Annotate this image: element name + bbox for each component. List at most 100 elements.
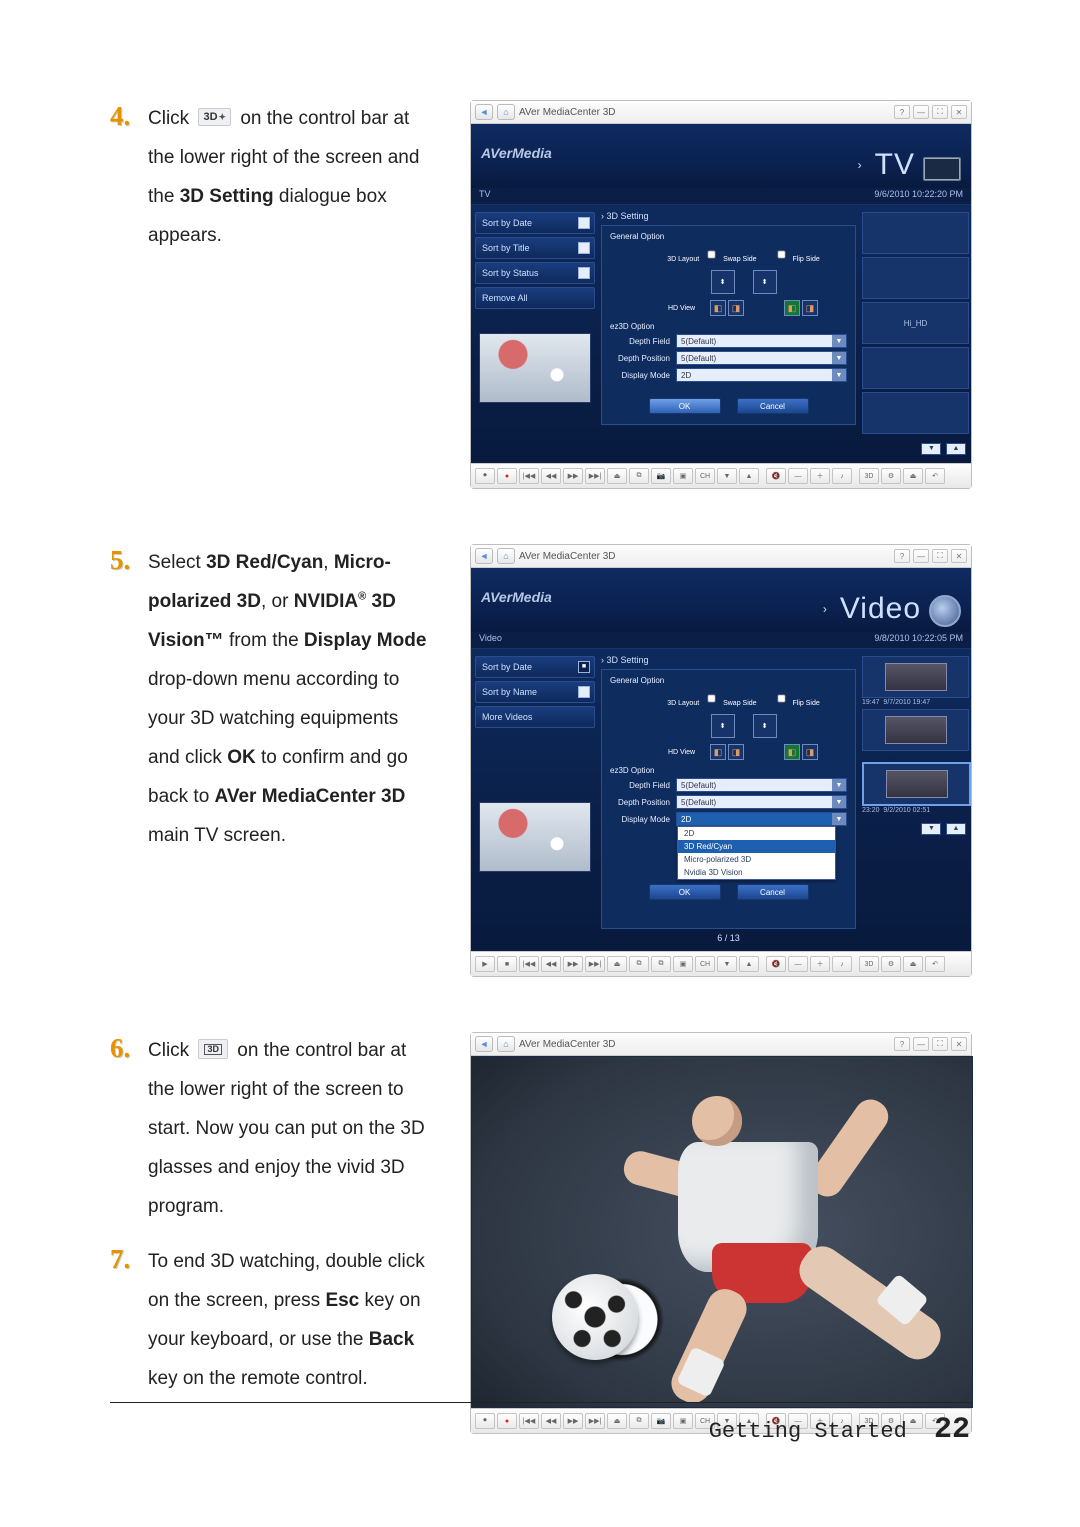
audio-icon[interactable]: ♪ — [832, 956, 852, 972]
close-icon[interactable]: ✕ — [951, 105, 967, 119]
layout-lr-icon[interactable]: ⬍ — [711, 270, 735, 294]
swap-side-checkbox[interactable] — [708, 695, 716, 703]
back-icon[interactable]: ◄ — [475, 548, 493, 564]
3d-toggle-icon[interactable]: 3D — [859, 468, 879, 484]
ok-button[interactable]: OK — [649, 884, 721, 900]
skip-back-icon[interactable]: |◀◀ — [519, 468, 539, 484]
page-up-icon[interactable]: ▲ — [946, 823, 966, 835]
option-micro-polarized[interactable]: Micro-polarized 3D — [678, 853, 835, 866]
video-thumb[interactable] — [862, 709, 969, 751]
option-nvidia-3d-vision[interactable]: Nvidia 3D Vision — [678, 866, 835, 879]
checkbox-icon[interactable]: ■ — [578, 661, 590, 673]
layout-tb-icon[interactable]: ⬍ — [753, 714, 777, 738]
minimize-icon[interactable]: — — [913, 549, 929, 563]
chevron-down-icon[interactable]: ▼ — [832, 813, 846, 825]
checkbox-icon[interactable] — [578, 686, 590, 698]
video-thumb[interactable] — [862, 762, 971, 806]
chevron-down-icon[interactable]: ▼ — [832, 335, 846, 347]
ch-label[interactable]: CH — [695, 956, 715, 972]
swaps-side-checkbox[interactable] — [708, 251, 716, 259]
maximize-icon[interactable]: ⛶ — [932, 549, 948, 563]
option-2d[interactable]: 2D — [678, 827, 835, 840]
chevron-down-icon[interactable]: ▼ — [832, 369, 846, 381]
maximize-icon[interactable]: ⛶ — [932, 1037, 948, 1051]
undo-icon[interactable]: ↶ — [925, 468, 945, 484]
sidebar-item-more-videos[interactable]: More Videos — [475, 706, 595, 728]
sidebar-item-sort-date[interactable]: Sort by Date — [475, 212, 595, 234]
page-down-icon[interactable]: ▼ — [921, 443, 941, 455]
3d-settings-icon[interactable]: ⚙ — [881, 956, 901, 972]
chevron-down-icon[interactable]: ▼ — [832, 796, 846, 808]
undo-icon[interactable]: ↶ — [925, 956, 945, 972]
depth-position-dropdown[interactable]: 5(Default)▼ — [676, 795, 847, 809]
eject2-icon[interactable]: ⏏ — [903, 956, 923, 972]
sidebar-item-sort-name[interactable]: Sort by Name — [475, 681, 595, 703]
checkbox-icon[interactable] — [578, 217, 590, 229]
depth-field-dropdown[interactable]: 5(Default)▼ — [676, 334, 847, 348]
back-icon[interactable]: ◄ — [475, 104, 493, 120]
eject-icon[interactable]: ⏏ — [607, 468, 627, 484]
display-mode-dropdown[interactable]: 2D▼ — [676, 368, 847, 382]
teletext-icon[interactable]: ▣ — [673, 956, 693, 972]
hdview-left-icon[interactable]: ◧◨ — [709, 744, 745, 760]
minimize-icon[interactable]: — — [913, 1037, 929, 1051]
page-up-icon[interactable]: ▲ — [946, 443, 966, 455]
sidebar-item-sort-title[interactable]: Sort by Title — [475, 237, 595, 259]
page-down-icon[interactable]: ▼ — [921, 823, 941, 835]
checkbox-icon[interactable] — [578, 242, 590, 254]
channel-thumb[interactable] — [862, 212, 969, 254]
video-thumb[interactable] — [862, 656, 969, 698]
depth-position-dropdown[interactable]: 5(Default)▼ — [676, 351, 847, 365]
close-icon[interactable]: ✕ — [951, 1037, 967, 1051]
channel-thumb[interactable] — [862, 347, 969, 389]
channel-thumb[interactable] — [862, 392, 969, 434]
vol-down-icon[interactable]: — — [788, 956, 808, 972]
ch-label[interactable]: CH — [695, 468, 715, 484]
close-icon[interactable]: ✕ — [951, 549, 967, 563]
cancel-button[interactable]: Cancel — [737, 398, 809, 414]
hdview-right-icon[interactable]: ◧◨ — [783, 744, 819, 760]
back-icon[interactable]: ◄ — [475, 1036, 493, 1052]
audio-icon[interactable]: ♪ — [832, 468, 852, 484]
option-3d-redcyan[interactable]: 3D Red/Cyan — [678, 840, 835, 853]
vol-up-icon[interactable]: ＋ — [810, 956, 830, 972]
record-icon[interactable]: ● — [497, 468, 517, 484]
hdview-left-icon[interactable]: ◧◨ — [709, 300, 745, 316]
chevron-down-icon[interactable]: ▼ — [832, 779, 846, 791]
play-icon[interactable]: ▶ — [475, 956, 495, 972]
vol-down-icon[interactable]: — — [788, 468, 808, 484]
flip-side-checkbox[interactable] — [777, 251, 785, 259]
video-playback[interactable] — [471, 1056, 973, 1408]
minimize-icon[interactable]: — — [913, 105, 929, 119]
cancel-button[interactable]: Cancel — [737, 884, 809, 900]
mute-icon[interactable]: 🔇 — [766, 956, 786, 972]
pip2-icon[interactable]: ⧉ — [651, 956, 671, 972]
home-icon[interactable]: ⌂ — [497, 548, 515, 564]
snapshot-icon[interactable]: 📷 — [651, 468, 671, 484]
vol-up-icon[interactable]: ＋ — [810, 468, 830, 484]
skip-fwd-icon[interactable]: ▶▶| — [585, 956, 605, 972]
help-icon[interactable]: ? — [894, 549, 910, 563]
3d-settings-icon[interactable]: ⚙ — [881, 468, 901, 484]
ch-down-icon[interactable]: ▼ — [717, 956, 737, 972]
help-icon[interactable]: ? — [894, 1037, 910, 1051]
sidebar-item-sort-date[interactable]: Sort by Date■ — [475, 656, 595, 678]
ok-button[interactable]: OK — [649, 398, 721, 414]
display-mode-dropdown[interactable]: 2D▼ — [676, 812, 847, 826]
pip-icon[interactable]: ⧉ — [629, 468, 649, 484]
channel-thumb[interactable] — [862, 257, 969, 299]
mute-icon[interactable]: 🔇 — [766, 468, 786, 484]
ffwd-icon[interactable]: ▶▶ — [563, 956, 583, 972]
hdview-right-icon[interactable]: ◧◨ — [783, 300, 819, 316]
ch-down-icon[interactable]: ▼ — [717, 468, 737, 484]
rewind-icon[interactable]: ◀◀ — [541, 468, 561, 484]
rewind-icon[interactable]: ◀◀ — [541, 956, 561, 972]
layout-lr-icon[interactable]: ⬍ — [711, 714, 735, 738]
ffwd-icon[interactable]: ▶▶ — [563, 468, 583, 484]
stop-icon[interactable]: ■ — [497, 956, 517, 972]
ch-up-icon[interactable]: ▲ — [739, 468, 759, 484]
stop-icon[interactable]: ⏺ — [475, 468, 495, 484]
ch-up-icon[interactable]: ▲ — [739, 956, 759, 972]
depth-field-dropdown[interactable]: 5(Default)▼ — [676, 778, 847, 792]
layout-tb-icon[interactable]: ⬍ — [753, 270, 777, 294]
